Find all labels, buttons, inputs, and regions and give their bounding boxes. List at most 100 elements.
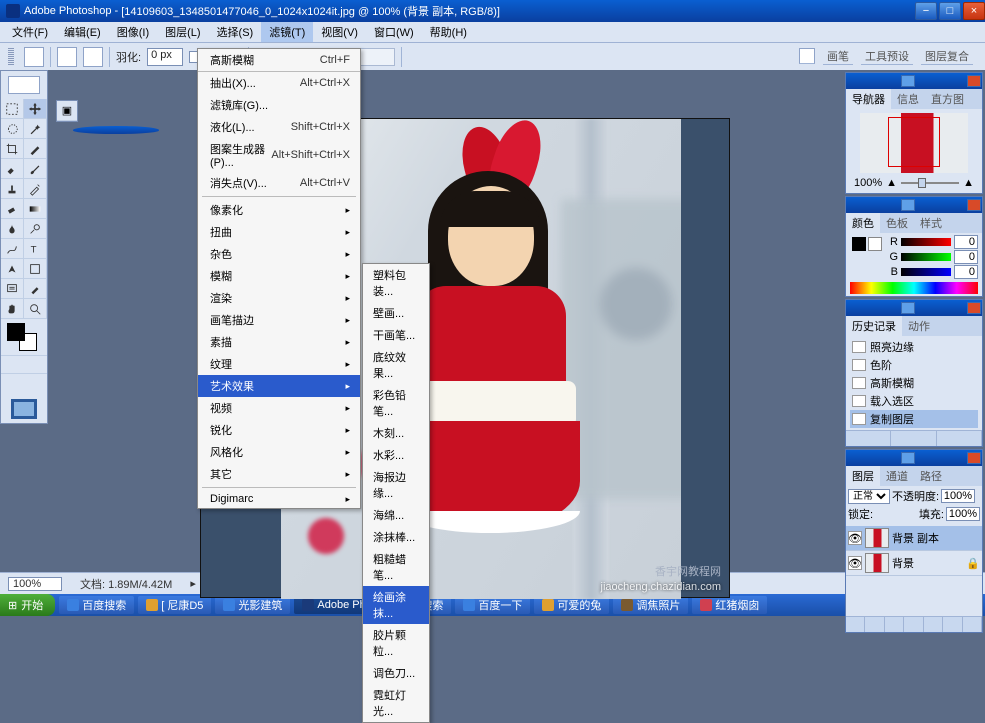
blur-tool[interactable] <box>1 219 24 239</box>
menu-view[interactable]: 视图(V) <box>313 22 366 42</box>
brush-tool[interactable] <box>24 159 47 179</box>
screen-mode-full-menus[interactable] <box>24 373 47 391</box>
menu-layer[interactable]: 图层(L) <box>157 22 208 42</box>
menu-filter[interactable]: 滤镜(T) <box>261 22 313 42</box>
healing-tool[interactable] <box>1 159 24 179</box>
artistic-smudge-stick[interactable]: 涂抹棒... <box>363 526 429 548</box>
artistic-paint-daubs[interactable]: 绘画涂抹... <box>363 586 429 624</box>
jump-to-imageready-icon[interactable] <box>1 395 47 423</box>
panel-minimize-button[interactable] <box>901 452 915 464</box>
color-fg-swatch[interactable] <box>852 237 866 251</box>
lasso-tool[interactable] <box>1 119 24 139</box>
filter-distort[interactable]: 扭曲 <box>198 221 360 243</box>
history-item[interactable]: 复制图层 <box>850 410 978 428</box>
zoom-tool[interactable] <box>24 299 47 319</box>
taskbar-item[interactable]: 红猪烟囱 <box>692 596 767 614</box>
history-brush-tool[interactable] <box>24 179 47 199</box>
filter-sketch[interactable]: 素描 <box>198 331 360 353</box>
navigator-zoom-slider[interactable] <box>901 182 959 184</box>
artistic-plastic-wrap[interactable]: 塑料包装... <box>363 264 429 302</box>
layer-thumbnail[interactable] <box>865 553 889 573</box>
filter-artistic[interactable]: 艺术效果 <box>198 375 360 397</box>
history-new-snapshot-button[interactable] <box>846 431 891 446</box>
info-tab[interactable]: 信息 <box>891 89 925 109</box>
taskbar-item[interactable]: 光影建筑 <box>215 596 290 614</box>
layers-tab[interactable]: 图层 <box>846 466 880 486</box>
taskbar-item[interactable]: 百度搜索 <box>59 596 134 614</box>
move-tool[interactable] <box>24 99 47 119</box>
edit-mode-quickmask[interactable] <box>24 355 47 373</box>
paths-tab[interactable]: 路径 <box>914 466 948 486</box>
selection-new-icon[interactable] <box>57 47 77 67</box>
color-bg-swatch[interactable] <box>868 237 882 251</box>
navigator-tab[interactable]: 导航器 <box>846 89 891 109</box>
layer-name[interactable]: 背景 副本 <box>892 530 939 546</box>
color-tab[interactable]: 颜色 <box>846 213 880 233</box>
layer-item[interactable]: 👁 背景 🔒 <box>846 551 982 576</box>
menu-edit[interactable]: 编辑(E) <box>56 22 109 42</box>
actions-tab[interactable]: 动作 <box>902 316 936 336</box>
fill-input[interactable]: 100% <box>946 507 980 521</box>
b-slider[interactable] <box>901 268 951 276</box>
filter-digimarc[interactable]: Digimarc <box>198 490 360 508</box>
layer-name[interactable]: 背景 <box>892 555 914 571</box>
history-tab[interactable]: 历史记录 <box>846 316 902 336</box>
artistic-sponge[interactable]: 海绵... <box>363 504 429 526</box>
histogram-tab[interactable]: 直方图 <box>925 89 970 109</box>
zoom-out-icon[interactable]: ▲ <box>886 177 897 189</box>
artistic-underpainting[interactable]: 底纹效果... <box>363 346 429 384</box>
zoom-input[interactable]: 100% <box>8 577 62 591</box>
artistic-cutout[interactable]: 木刻... <box>363 422 429 444</box>
filter-liquify[interactable]: 液化(L)...Shift+Ctrl+X <box>198 116 360 138</box>
panel-close-button[interactable] <box>967 75 981 87</box>
history-item[interactable]: 色阶 <box>850 356 978 374</box>
artistic-film-grain[interactable]: 胶片颗粒... <box>363 624 429 662</box>
color-swatches[interactable] <box>1 319 47 355</box>
r-value[interactable]: 0 <box>954 235 978 249</box>
stamp-tool[interactable] <box>1 179 24 199</box>
layer-mask-button[interactable] <box>885 617 904 632</box>
collapsed-palette[interactable]: ▣ <box>56 100 78 122</box>
well-tool-presets-tab[interactable]: 工具预设 <box>861 48 913 65</box>
filter-blur[interactable]: 模糊 <box>198 265 360 287</box>
notes-tool[interactable] <box>1 279 24 299</box>
filter-noise[interactable]: 杂色 <box>198 243 360 265</box>
swatches-tab[interactable]: 色板 <box>880 213 914 233</box>
gradient-tool[interactable] <box>24 199 47 219</box>
filter-pattern-maker[interactable]: 图案生成器(P)...Alt+Shift+Ctrl+X <box>198 138 360 172</box>
path-tool[interactable] <box>1 239 24 259</box>
artistic-palette-knife[interactable]: 调色刀... <box>363 662 429 684</box>
menu-window[interactable]: 窗口(W) <box>366 22 422 42</box>
edit-mode-standard[interactable] <box>1 355 24 373</box>
filter-video[interactable]: 视频 <box>198 397 360 419</box>
navigator-thumbnail[interactable] <box>860 113 968 173</box>
shape-tool[interactable] <box>24 259 47 279</box>
history-item[interactable]: 高斯模糊 <box>850 374 978 392</box>
artistic-dry-brush[interactable]: 干画笔... <box>363 324 429 346</box>
maximize-button[interactable]: □ <box>939 2 961 20</box>
artistic-poster-edges[interactable]: 海报边缘... <box>363 466 429 504</box>
slice-tool[interactable] <box>24 139 47 159</box>
marquee-tool[interactable] <box>1 99 24 119</box>
b-value[interactable]: 0 <box>954 265 978 279</box>
layer-visibility-icon[interactable]: 👁 <box>848 556 862 570</box>
screen-mode-standard[interactable] <box>1 373 24 391</box>
artistic-neon-glow[interactable]: 霓虹灯光... <box>363 684 429 722</box>
panel-minimize-button[interactable] <box>901 199 915 211</box>
menu-help[interactable]: 帮助(H) <box>422 22 475 42</box>
g-slider[interactable] <box>901 253 951 261</box>
filter-other[interactable]: 其它 <box>198 463 360 485</box>
menu-image[interactable]: 图像(I) <box>109 22 157 42</box>
g-value[interactable]: 0 <box>954 250 978 264</box>
history-item[interactable]: 载入选区 <box>850 392 978 410</box>
artistic-colored-pencil[interactable]: 彩色铅笔... <box>363 384 429 422</box>
current-tool-icon[interactable] <box>24 47 44 67</box>
r-slider[interactable] <box>901 238 951 246</box>
opacity-input[interactable]: 100% <box>941 489 975 503</box>
channels-tab[interactable]: 通道 <box>880 466 914 486</box>
styles-tab[interactable]: 样式 <box>914 213 948 233</box>
filter-render[interactable]: 渲染 <box>198 287 360 309</box>
taskbar-item[interactable]: [ 尼康D5 <box>138 596 211 614</box>
eyedropper-tool[interactable] <box>24 279 47 299</box>
filter-texture[interactable]: 纹理 <box>198 353 360 375</box>
